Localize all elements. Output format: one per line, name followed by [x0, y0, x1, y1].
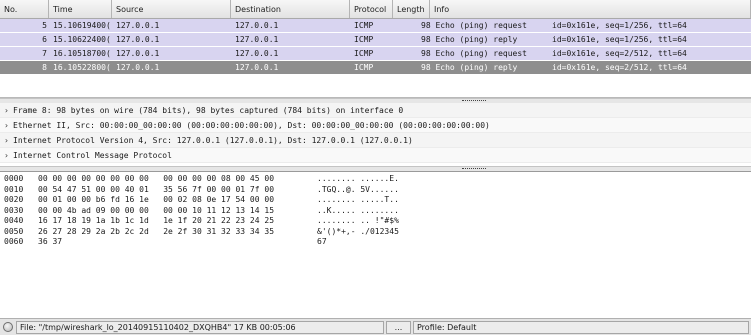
- bytes-ascii[interactable]: ........ .....T..: [317, 195, 399, 206]
- packet-info: 98 Echo (ping) request id=0x161e, seq=2/5…: [417, 47, 738, 60]
- col-source-header[interactable]: Source: [112, 0, 231, 18]
- packet-rows: 5 15.10619400( 127.0.0.1 127.0.0.1 ICMP 98 Ec…: [0, 19, 751, 75]
- bytes-row: 0040 16 17 18 19 1a 1b 1c 1d 1e 1f 20 21 …: [0, 216, 751, 227]
- bytes-offset[interactable]: 0010: [4, 185, 23, 196]
- packet-protocol: ICMP: [354, 35, 374, 44]
- detail-row-icmp[interactable]: › Internet Control Message Protocol: [0, 148, 751, 163]
- bytes-hex[interactable]: 00 00 4b ad 09 00 00 00 00 00 10 11 12 1…: [38, 206, 274, 217]
- bytes-ascii[interactable]: &'()*+,- ./012345: [317, 227, 399, 238]
- packet-info: 98 Echo (ping) reply id=0x161e, seq=2/512…: [417, 61, 738, 74]
- bytes-hex[interactable]: 00 01 00 00 b6 fd 16 1e 00 02 08 0e 17 5…: [38, 195, 274, 206]
- bytes-hex[interactable]: 00 54 47 51 00 00 40 01 35 56 7f 00 00 0…: [38, 185, 274, 196]
- bytes-row: 0060 36 37 67: [0, 237, 751, 248]
- packet-bytes[interactable]: 0000 00 00 00 00 00 00 00 00 00 00 00 00 …: [0, 171, 751, 318]
- detail-text: Internet Control Message Protocol: [13, 151, 172, 160]
- packet-info-detail: id=0x161e, seq=2/512, ttl=64: [552, 63, 687, 72]
- packet-protocol: ICMP: [354, 21, 374, 30]
- bytes-ascii[interactable]: ..K..... ........: [317, 206, 399, 217]
- expand-arrow-icon[interactable]: ›: [4, 118, 13, 133]
- detail-text: Internet Protocol Version 4, Src: 127.0.…: [13, 136, 413, 145]
- packet-destination: 127.0.0.1: [235, 21, 279, 30]
- bytes-offset[interactable]: 0040: [4, 216, 23, 227]
- packet-time: 15.10622400(: [53, 35, 111, 44]
- detail-row-ethernet[interactable]: › Ethernet II, Src: 00:00:00_00:00:00 (00…: [0, 118, 751, 133]
- bytes-offset[interactable]: 0030: [4, 206, 23, 217]
- packet-source: 127.0.0.1: [116, 49, 160, 58]
- packet-no: 5: [42, 21, 47, 30]
- packet-time: 15.10619400(: [53, 21, 111, 30]
- packet-row[interactable]: 5 15.10619400( 127.0.0.1 127.0.0.1 ICMP 98 Ec…: [0, 19, 751, 33]
- bytes-row: 0020 00 01 00 00 b6 fd 16 1e 00 02 08 0e …: [0, 195, 751, 206]
- col-length-header[interactable]: Length: [393, 0, 430, 18]
- packet-source: 127.0.0.1: [116, 21, 160, 30]
- bytes-ascii[interactable]: .TGQ..@. 5V......: [317, 185, 399, 196]
- bytes-row: 0010 00 54 47 51 00 00 40 01 35 56 7f 00 …: [0, 185, 751, 196]
- detail-row-ipv4[interactable]: › Internet Protocol Version 4, Src: 127.0…: [0, 133, 751, 148]
- bytes-offset[interactable]: 0020: [4, 195, 23, 206]
- packet-source: 127.0.0.1: [116, 35, 160, 44]
- packet-info-summary: 98 Echo (ping) request: [421, 21, 527, 30]
- bytes-rows: 0000 00 00 00 00 00 00 00 00 00 00 00 00 …: [0, 172, 751, 248]
- bytes-ascii[interactable]: ........ .. !"#$%: [317, 216, 399, 227]
- status-file: File: "/tmp/wireshark_lo_20140915110402_…: [16, 321, 384, 334]
- packet-info-detail: id=0x161e, seq=1/256, ttl=64: [552, 35, 687, 44]
- packet-protocol: ICMP: [354, 49, 374, 58]
- detail-text: Ethernet II, Src: 00:00:00_00:00:00 (00:…: [13, 121, 490, 130]
- expand-arrow-icon[interactable]: ›: [4, 103, 13, 118]
- bytes-offset[interactable]: 0000: [4, 174, 23, 185]
- status-profile[interactable]: Profile: Default: [413, 321, 749, 334]
- bytes-hex[interactable]: 00 00 00 00 00 00 00 00 00 00 00 00 08 0…: [38, 174, 274, 185]
- packet-info-detail: id=0x161e, seq=1/256, ttl=64: [552, 21, 687, 30]
- packet-row[interactable]: 7 16.10518700( 127.0.0.1 127.0.0.1 ICMP 98 Ec…: [0, 47, 751, 61]
- col-info-header[interactable]: Info: [430, 0, 751, 18]
- detail-text: Frame 8: 98 bytes on wire (784 bits), 98…: [13, 106, 404, 115]
- bytes-offset[interactable]: 0060: [4, 237, 23, 248]
- packet-destination: 127.0.0.1: [235, 35, 279, 44]
- col-protocol-header[interactable]: Protocol: [350, 0, 393, 18]
- packet-source: 127.0.0.1: [116, 63, 160, 72]
- splitter-grip-icon: [462, 100, 486, 102]
- packet-no: 8: [42, 63, 47, 72]
- packet-list[interactable]: No. Time Source Destination Protocol Length In…: [0, 0, 751, 98]
- splitter-grip-icon: [462, 168, 486, 170]
- packet-info-summary: 98 Echo (ping) request: [421, 49, 527, 58]
- packet-destination: 127.0.0.1: [235, 63, 279, 72]
- expert-info-led-icon[interactable]: [3, 322, 13, 332]
- bytes-hex[interactable]: 16 17 18 19 1a 1b 1c 1d 1e 1f 20 21 22 2…: [38, 216, 274, 227]
- packet-time: 16.10518700(: [53, 49, 111, 58]
- bytes-ascii[interactable]: 67: [317, 237, 327, 248]
- packet-no: 6: [42, 35, 47, 44]
- bytes-hex[interactable]: 36 37: [38, 237, 62, 248]
- bytes-hex[interactable]: 26 27 28 29 2a 2b 2c 2d 2e 2f 30 31 32 3…: [38, 227, 274, 238]
- packet-info-detail: id=0x161e, seq=2/512, ttl=64: [552, 49, 687, 58]
- expand-arrow-icon[interactable]: ›: [4, 133, 13, 148]
- status-middle[interactable]: ...: [386, 321, 411, 334]
- packet-list-header: No. Time Source Destination Protocol Length In…: [0, 0, 751, 19]
- packet-info-summary: 98 Echo (ping) reply: [421, 35, 518, 44]
- bytes-row: 0000 00 00 00 00 00 00 00 00 00 00 00 00 …: [0, 174, 751, 185]
- packet-info: 98 Echo (ping) reply id=0x161e, seq=1/256…: [417, 33, 738, 46]
- col-no-header[interactable]: No.: [0, 0, 49, 18]
- detail-row-frame[interactable]: › Frame 8: 98 bytes on wire (784 bits), 9…: [0, 103, 751, 118]
- packet-time: 16.10522800(: [53, 63, 111, 72]
- packet-protocol: ICMP: [354, 63, 374, 72]
- packet-details[interactable]: › Frame 8: 98 bytes on wire (784 bits), 9…: [0, 103, 751, 167]
- bytes-row: 0030 00 00 4b ad 09 00 00 00 00 00 10 11 …: [0, 206, 751, 217]
- expand-arrow-icon[interactable]: ›: [4, 148, 13, 163]
- packet-info: 98 Echo (ping) request id=0x161e, seq=1/2…: [417, 19, 738, 32]
- bytes-row: 0050 26 27 28 29 2a 2b 2c 2d 2e 2f 30 31 …: [0, 227, 751, 238]
- status-bar: File: "/tmp/wireshark_lo_20140915110402_…: [0, 318, 751, 335]
- bytes-ascii[interactable]: ........ ......E.: [317, 174, 399, 185]
- packet-info-summary: 98 Echo (ping) reply: [421, 63, 518, 72]
- packet-no: 7: [42, 49, 47, 58]
- col-destination-header[interactable]: Destination: [231, 0, 350, 18]
- packet-row[interactable]: 6 15.10622400( 127.0.0.1 127.0.0.1 ICMP 98 Ec…: [0, 33, 751, 47]
- packet-row[interactable]: 8 16.10522800( 127.0.0.1 127.0.0.1 ICMP 98 Ec…: [0, 61, 751, 75]
- col-time-header[interactable]: Time: [49, 0, 112, 18]
- packet-destination: 127.0.0.1: [235, 49, 279, 58]
- bytes-offset[interactable]: 0050: [4, 227, 23, 238]
